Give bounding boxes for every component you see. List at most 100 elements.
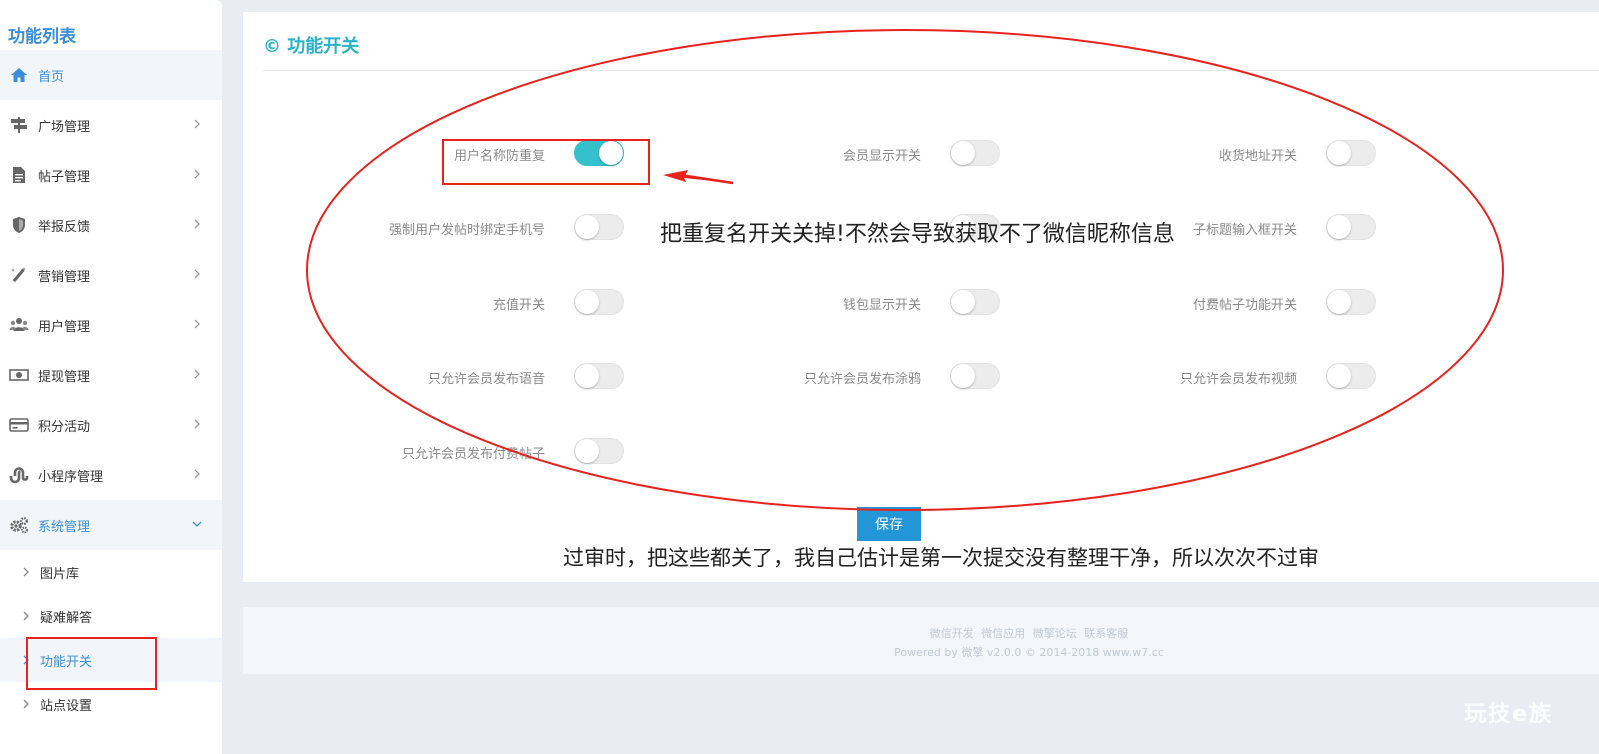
- sidebar-item-points[interactable]: 积分活动: [0, 400, 222, 450]
- submenu-item-gallery[interactable]: 图片库: [0, 550, 222, 594]
- footer-links: 微信开发 微信应用 微擎论坛 联系客服: [243, 625, 1599, 641]
- toggle-obscured-option[interactable]: [950, 214, 1000, 240]
- chevron-right-icon: [23, 699, 29, 709]
- sidebar-item-label: 提现管理: [38, 369, 91, 385]
- sidebar-item-plaza[interactable]: 广场管理: [0, 100, 222, 150]
- sidebar-item-label: 系统管理: [38, 519, 91, 535]
- document-icon: [8, 164, 30, 186]
- chevron-right-icon: [194, 219, 200, 229]
- chevron-down-icon: [192, 521, 202, 527]
- sidebar-item-miniprogram[interactable]: 小程序管理: [0, 450, 222, 500]
- submenu-item-faq[interactable]: 疑难解答: [0, 594, 222, 638]
- footer: 微信开发 微信应用 微擎论坛 联系客服 Powered by 微擎 v2.0.0…: [243, 607, 1599, 674]
- users-icon: [8, 314, 30, 336]
- toggle-knob: [951, 141, 975, 165]
- sidebar-item-reports[interactable]: 举报反馈: [0, 200, 222, 250]
- toggle-knob: [1327, 290, 1351, 314]
- sidebar-item-label: 积分活动: [38, 419, 91, 435]
- sidebar-item-posts[interactable]: 帖子管理: [0, 150, 222, 200]
- footer-link[interactable]: 微擎论坛: [1033, 627, 1077, 640]
- toggle-paid-posts[interactable]: [1326, 289, 1376, 315]
- sidebar-item-home[interactable]: 首页: [0, 50, 222, 100]
- chevron-right-icon: [194, 269, 200, 279]
- toggle-knob: [1327, 364, 1351, 388]
- toggle-wallet-display[interactable]: [950, 289, 1000, 315]
- toggle-member-only-video[interactable]: [1326, 363, 1376, 389]
- option-label: 钱包显示开关: [842, 298, 921, 313]
- sidebar-item-label: 举报反馈: [38, 219, 91, 235]
- footer-copyright: Powered by 微擎 v2.0.0 © 2014-2018 www.w7.…: [894, 646, 1164, 659]
- sidebar-item-withdraw[interactable]: 提现管理: [0, 350, 222, 400]
- toggle-member-display[interactable]: [950, 140, 1000, 166]
- option-label: 子标题输入框开关: [1192, 223, 1297, 238]
- toggle-knob: [1327, 215, 1351, 239]
- toggle-knob: [575, 215, 599, 239]
- sidebar-item-system[interactable]: 系统管理: [0, 500, 222, 550]
- chevron-right-icon: [23, 655, 29, 665]
- credit-card-icon: [8, 414, 30, 436]
- sidebar-item-users[interactable]: 用户管理: [0, 300, 222, 350]
- sidebar-item-marketing[interactable]: 营销管理: [0, 250, 222, 300]
- sidebar: 功能列表 首页 广场管理 帖子管理 举报反馈 营销管理 用户管理 提现管理 积分…: [0, 0, 222, 754]
- submenu-item-site-settings[interactable]: 站点设置: [0, 682, 222, 726]
- option-label: 用户名称防重复: [453, 149, 545, 164]
- toggle-unique-username[interactable]: [574, 140, 624, 166]
- title-divider: [263, 70, 1599, 71]
- toggle-member-only-paid-posts[interactable]: [574, 438, 624, 464]
- chevron-right-icon: [23, 611, 29, 621]
- toggle-knob: [575, 439, 599, 463]
- chevron-right-icon: [194, 119, 200, 129]
- signpost-icon: [8, 114, 30, 136]
- submenu-item-label: 图片库: [40, 566, 80, 582]
- toggle-knob: [951, 290, 975, 314]
- toggle-force-bind-phone[interactable]: [574, 214, 624, 240]
- option-label: 收货地址开关: [1218, 149, 1297, 164]
- submenu-item-feature-switches[interactable]: 功能开关: [0, 638, 222, 682]
- toggle-member-only-voice[interactable]: [574, 363, 624, 389]
- option-label: 只允许会员发布语音: [427, 372, 545, 387]
- chevron-right-icon: [194, 369, 200, 379]
- footer-link[interactable]: 微信开发: [930, 627, 974, 640]
- option-label: 只允许会员发布视频: [1179, 372, 1297, 387]
- sidebar-item-label: 用户管理: [38, 319, 91, 335]
- toggle-knob: [951, 364, 975, 388]
- toggle-knob: [1327, 141, 1351, 165]
- toggle-shipping-address[interactable]: [1326, 140, 1376, 166]
- sidebar-item-label: 首页: [38, 69, 65, 85]
- toggle-knob: [575, 364, 599, 388]
- sidebar-item-label: 小程序管理: [38, 469, 104, 485]
- watermark-logo: 玩技e族: [1464, 702, 1553, 727]
- toggle-knob: [575, 290, 599, 314]
- chevron-right-icon: [194, 419, 200, 429]
- footer-link[interactable]: 联系客服: [1084, 627, 1128, 640]
- toggle-subtitle-input[interactable]: [1326, 214, 1376, 240]
- shield-icon: [8, 214, 30, 236]
- submenu-item-label: 功能开关: [40, 654, 93, 670]
- gears-icon: [8, 514, 30, 536]
- option-label: 充值开关: [492, 298, 545, 313]
- sidebar-item-label: 广场管理: [38, 119, 91, 135]
- save-button[interactable]: 保存: [857, 507, 921, 541]
- sidebar-item-label: 帖子管理: [38, 169, 91, 185]
- option-label: 会员显示开关: [842, 149, 921, 164]
- toggle-member-only-doodle[interactable]: [950, 363, 1000, 389]
- chevron-right-icon: [194, 319, 200, 329]
- toggle-recharge[interactable]: [574, 289, 624, 315]
- toggle-knob: [951, 215, 975, 239]
- sidebar-item-label: 营销管理: [38, 269, 91, 285]
- home-icon: [8, 64, 30, 86]
- chevron-right-icon: [23, 567, 29, 577]
- option-label: 强制用户发帖时绑定手机号: [388, 223, 545, 238]
- stumbleupon-icon: [8, 464, 30, 486]
- magic-wand-icon: [8, 264, 30, 286]
- money-icon: [8, 364, 30, 386]
- option-label: 付费帖子功能开关: [1192, 298, 1297, 313]
- feature-switch-panel: © 功能开关 用户名称防重复 会员显示开关 收货地址开关 强制用户发帖时绑定手机…: [243, 12, 1599, 582]
- option-label: 只允许会员发布涂鸦: [803, 372, 921, 387]
- chevron-right-icon: [194, 469, 200, 479]
- submenu-item-label: 疑难解答: [40, 610, 93, 626]
- chevron-right-icon: [194, 169, 200, 179]
- option-label: 只允许会员发布付费帖子: [401, 447, 545, 462]
- submenu-item-label: 站点设置: [40, 698, 93, 714]
- footer-link[interactable]: 微信应用: [981, 627, 1025, 640]
